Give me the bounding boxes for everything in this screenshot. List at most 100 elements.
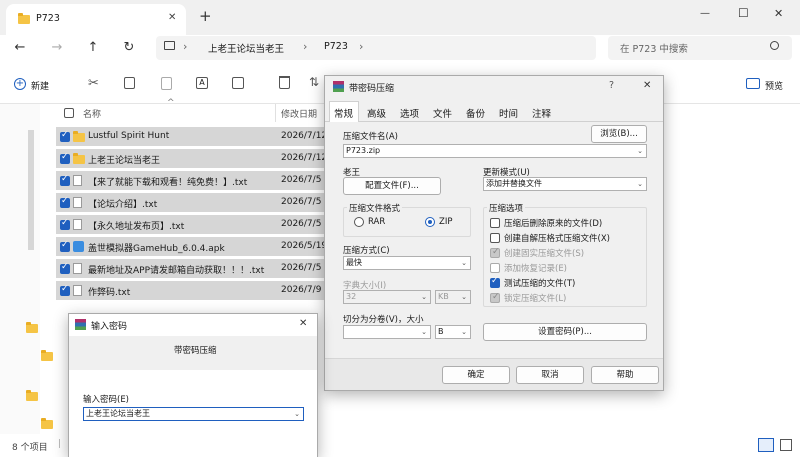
minimize-button[interactable]: —	[700, 8, 710, 19]
tab-backup[interactable]: 备份	[466, 106, 485, 120]
file-row[interactable]: 最新地址及APP请发邮箱自动获取！！！.txt 2026/7/5	[56, 259, 330, 279]
refresh-button[interactable]: ↻	[119, 38, 139, 58]
tab-options[interactable]: 选项	[400, 106, 419, 120]
tab-close-icon[interactable]: ✕	[168, 12, 176, 23]
row-checkbox[interactable]	[60, 218, 70, 230]
chevron-down-icon: ⌄	[637, 180, 643, 188]
tab-p723[interactable]: P723 ✕	[6, 4, 186, 35]
file-row[interactable]: 作弊码.txt 2026/7/9	[56, 281, 330, 301]
ok-button[interactable]: 确定	[442, 366, 510, 384]
row-checkbox[interactable]	[60, 152, 70, 164]
file-date: 2026/7/5	[281, 263, 322, 273]
file-row[interactable]: 上老王论坛当老王 2026/7/12	[56, 149, 330, 169]
new-tab-button[interactable]: +	[199, 7, 212, 25]
dict-value: 32	[346, 292, 357, 301]
file-date: 2026/7/12	[281, 131, 328, 141]
search-icon	[770, 41, 779, 50]
cancel-button[interactable]: 取消	[516, 366, 584, 384]
column-date[interactable]: 修改日期	[281, 107, 317, 120]
paste-icon[interactable]	[161, 77, 172, 90]
tiles-view-icon[interactable]	[780, 439, 792, 451]
file-date: 2026/7/5	[281, 219, 322, 229]
tab-advanced[interactable]: 高级	[367, 106, 386, 120]
set-password-button[interactable]: 设置密码(P)...	[483, 323, 647, 341]
row-checkbox[interactable]	[60, 196, 70, 208]
lock-checkbox[interactable]	[490, 292, 500, 303]
delete-after-checkbox[interactable]	[490, 218, 500, 228]
preview-button[interactable]: 预览	[765, 79, 783, 92]
profile-button[interactable]: 配置文件(F)...	[343, 177, 441, 195]
help-button[interactable]: 帮助	[591, 366, 659, 384]
update-mode-select[interactable]: 添加并替换文件 ⌄	[483, 177, 647, 191]
forward-button[interactable]: →	[47, 38, 67, 58]
row-checkbox[interactable]	[60, 262, 70, 274]
close-window-button[interactable]: ✕	[774, 7, 783, 20]
folder-icon[interactable]	[26, 322, 38, 333]
test-checkbox[interactable]	[490, 276, 500, 288]
archive-name-input[interactable]: P723.zip ⌄	[343, 144, 647, 158]
search-input[interactable]: 在 P723 中搜索	[620, 41, 688, 55]
row-checkbox[interactable]	[60, 130, 70, 142]
folder-icon[interactable]	[26, 390, 38, 401]
close-icon[interactable]: ✕	[643, 80, 651, 91]
select-all-checkbox[interactable]	[64, 108, 74, 118]
details-view-icon[interactable]	[758, 438, 774, 452]
breadcrumb-item[interactable]: 上老王论坛当老王	[208, 41, 284, 55]
password-subtitle: 带密码压缩	[174, 346, 217, 356]
file-row[interactable]: 盖世模拟器GameHub_6.0.4.apk 2026/5/19	[56, 237, 330, 257]
row-checkbox[interactable]	[60, 284, 70, 296]
tab-general[interactable]: 常规	[334, 106, 353, 120]
tab-comment[interactable]: 注释	[532, 106, 551, 120]
row-checkbox[interactable]	[60, 174, 70, 186]
file-name: 盖世模拟器GameHub_6.0.4.apk	[88, 244, 225, 254]
help-icon[interactable]: ?	[609, 80, 614, 91]
file-date: 2026/5/19	[281, 241, 328, 251]
back-button[interactable]: ←	[10, 38, 30, 58]
dict-unit-select[interactable]: KB ⌄	[435, 290, 471, 304]
tab-files[interactable]: 文件	[433, 106, 452, 120]
folder-icon[interactable]	[40, 418, 53, 429]
maximize-button[interactable]: ☐	[738, 6, 749, 20]
breadcrumb-item[interactable]: P723	[324, 41, 348, 52]
format-zip-radio[interactable]	[425, 217, 435, 227]
folder-icon	[18, 13, 30, 24]
file-row[interactable]: 【来了就能下载和观看！纯免费！】.txt 2026/7/5	[56, 171, 330, 191]
method-select[interactable]: 最快 ⌄	[343, 256, 471, 270]
delete-icon[interactable]	[279, 76, 290, 89]
folder-icon	[73, 131, 85, 142]
file-row[interactable]: Lustful Spirit Hunt 2026/7/12	[56, 127, 330, 147]
tab-time[interactable]: 时间	[499, 106, 518, 120]
address-bar[interactable]: › 上老王论坛当老王 › P723 ›	[156, 36, 596, 60]
search-box[interactable]: 在 P723 中搜索	[608, 36, 792, 60]
column-name[interactable]: 名称	[83, 107, 101, 120]
copy-icon[interactable]	[124, 77, 135, 89]
recovery-checkbox[interactable]	[490, 263, 500, 273]
rename-icon[interactable]: A	[196, 77, 208, 89]
up-button[interactable]: ↑	[83, 38, 103, 58]
new-icon: +	[14, 78, 26, 90]
share-icon[interactable]	[232, 77, 244, 89]
options-group-label: 压缩选项	[487, 202, 526, 214]
split-size-select[interactable]: ⌄	[343, 325, 431, 339]
file-date: 2026/7/5	[281, 197, 322, 207]
dict-select[interactable]: 32 ⌄	[343, 290, 431, 304]
chevron-down-icon: ⌄	[421, 293, 427, 301]
sort-icon[interactable]: ⇅	[309, 75, 319, 89]
option-label: 压缩后删除原来的文件(D)	[504, 219, 603, 229]
row-checkbox[interactable]	[60, 240, 70, 252]
close-icon[interactable]: ✕	[299, 318, 307, 329]
password-input[interactable]: 上老王论坛当老王 ⌄	[83, 407, 304, 421]
file-name: 上老王论坛当老王	[88, 156, 161, 166]
format-rar-radio[interactable]	[354, 217, 364, 227]
chevron-down-icon: ⌄	[461, 293, 467, 301]
new-button[interactable]: 新建	[31, 79, 49, 92]
sfx-checkbox[interactable]	[490, 233, 500, 243]
browse-button[interactable]: 浏览(B)...	[591, 125, 647, 143]
file-row[interactable]: 【论坛介绍】.txt 2026/7/5	[56, 193, 330, 213]
split-unit-select[interactable]: B ⌄	[435, 325, 471, 339]
cut-icon[interactable]: ✂	[88, 76, 99, 91]
folder-icon[interactable]	[40, 350, 53, 361]
file-row[interactable]: 【永久地址发布页】.txt 2026/7/5	[56, 215, 330, 235]
solid-checkbox[interactable]	[490, 247, 500, 258]
item-count: 8 个项目	[12, 443, 48, 453]
